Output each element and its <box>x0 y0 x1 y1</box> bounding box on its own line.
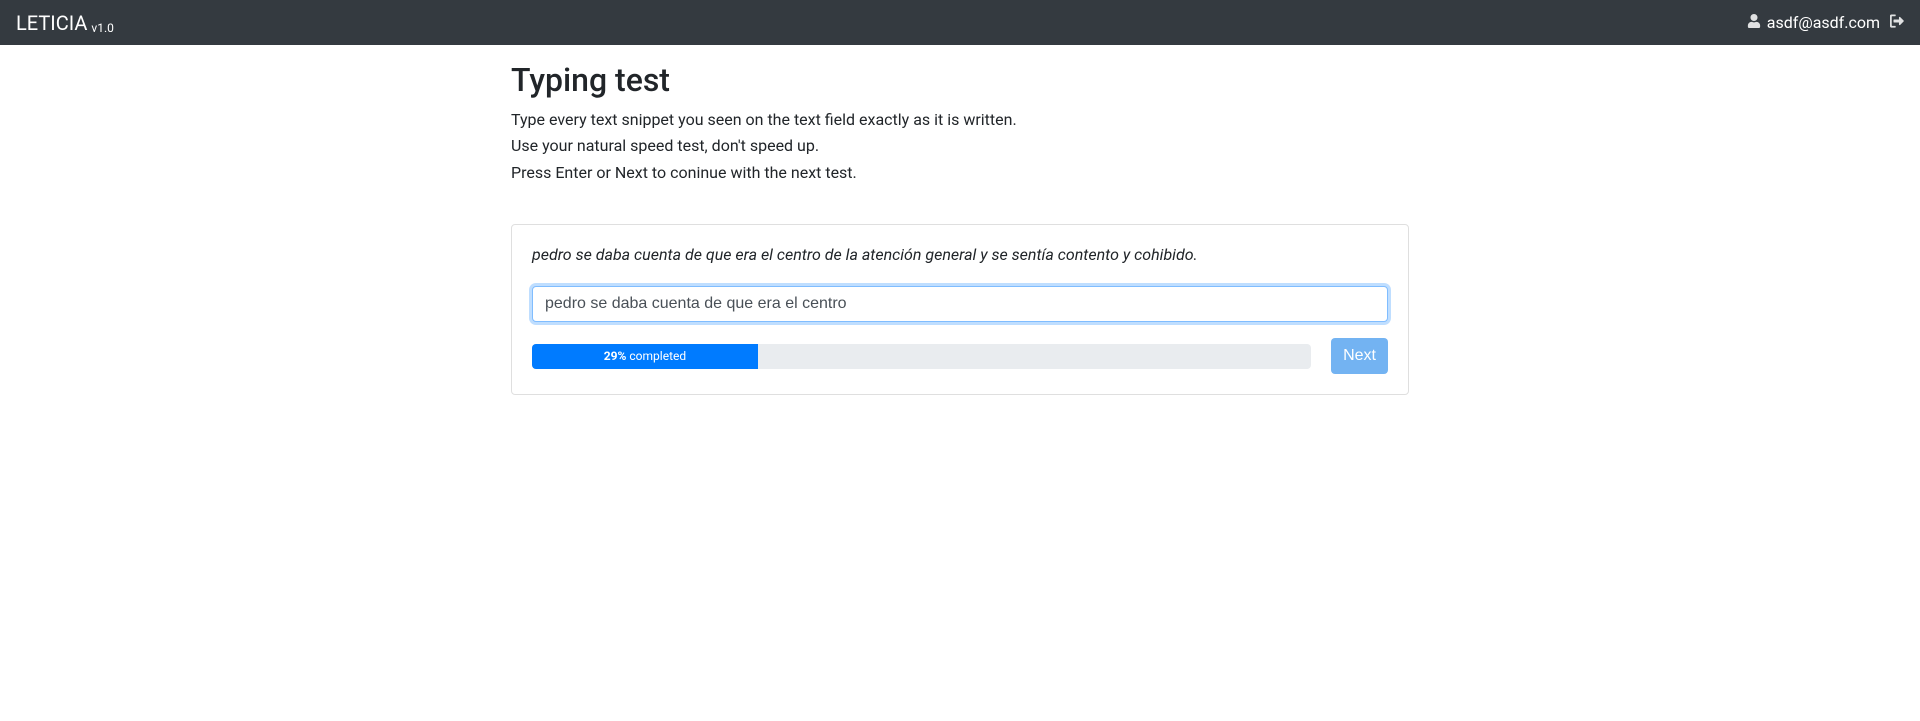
main-container: Typing test Type every text snippet you … <box>499 61 1421 395</box>
navbar: LETICIA v1.0 asdf@asdf.com <box>0 0 1920 45</box>
typing-input[interactable] <box>532 286 1388 322</box>
brand-name: LETICIA <box>16 11 87 35</box>
typing-card: pedro se daba cuenta de que era el centr… <box>511 224 1409 395</box>
instruction-line-3: Press Enter or Next to coninue with the … <box>511 162 1409 184</box>
user-icon <box>1747 13 1761 32</box>
navbar-right: asdf@asdf.com <box>1747 13 1904 32</box>
brand-link[interactable]: LETICIA v1.0 <box>16 11 114 35</box>
page-title: Typing test <box>511 61 1409 99</box>
logout-icon <box>1890 13 1904 32</box>
text-snippet: pedro se daba cuenta de que era el centr… <box>532 245 1388 264</box>
progress-bar: 29% completed <box>532 344 758 369</box>
user-email: asdf@asdf.com <box>1767 13 1880 32</box>
logout-button[interactable] <box>1890 13 1904 32</box>
instruction-line-2: Use your natural speed test, don't speed… <box>511 135 1409 157</box>
brand-version: v1.0 <box>91 21 113 35</box>
progress-row: 29% completed Next <box>532 338 1388 374</box>
progress-suffix: completed <box>626 349 686 363</box>
next-button[interactable]: Next <box>1331 338 1388 374</box>
progress-track: 29% completed <box>532 344 1311 369</box>
progress-percent: 29% <box>604 349 627 363</box>
instruction-line-1: Type every text snippet you seen on the … <box>511 109 1409 131</box>
